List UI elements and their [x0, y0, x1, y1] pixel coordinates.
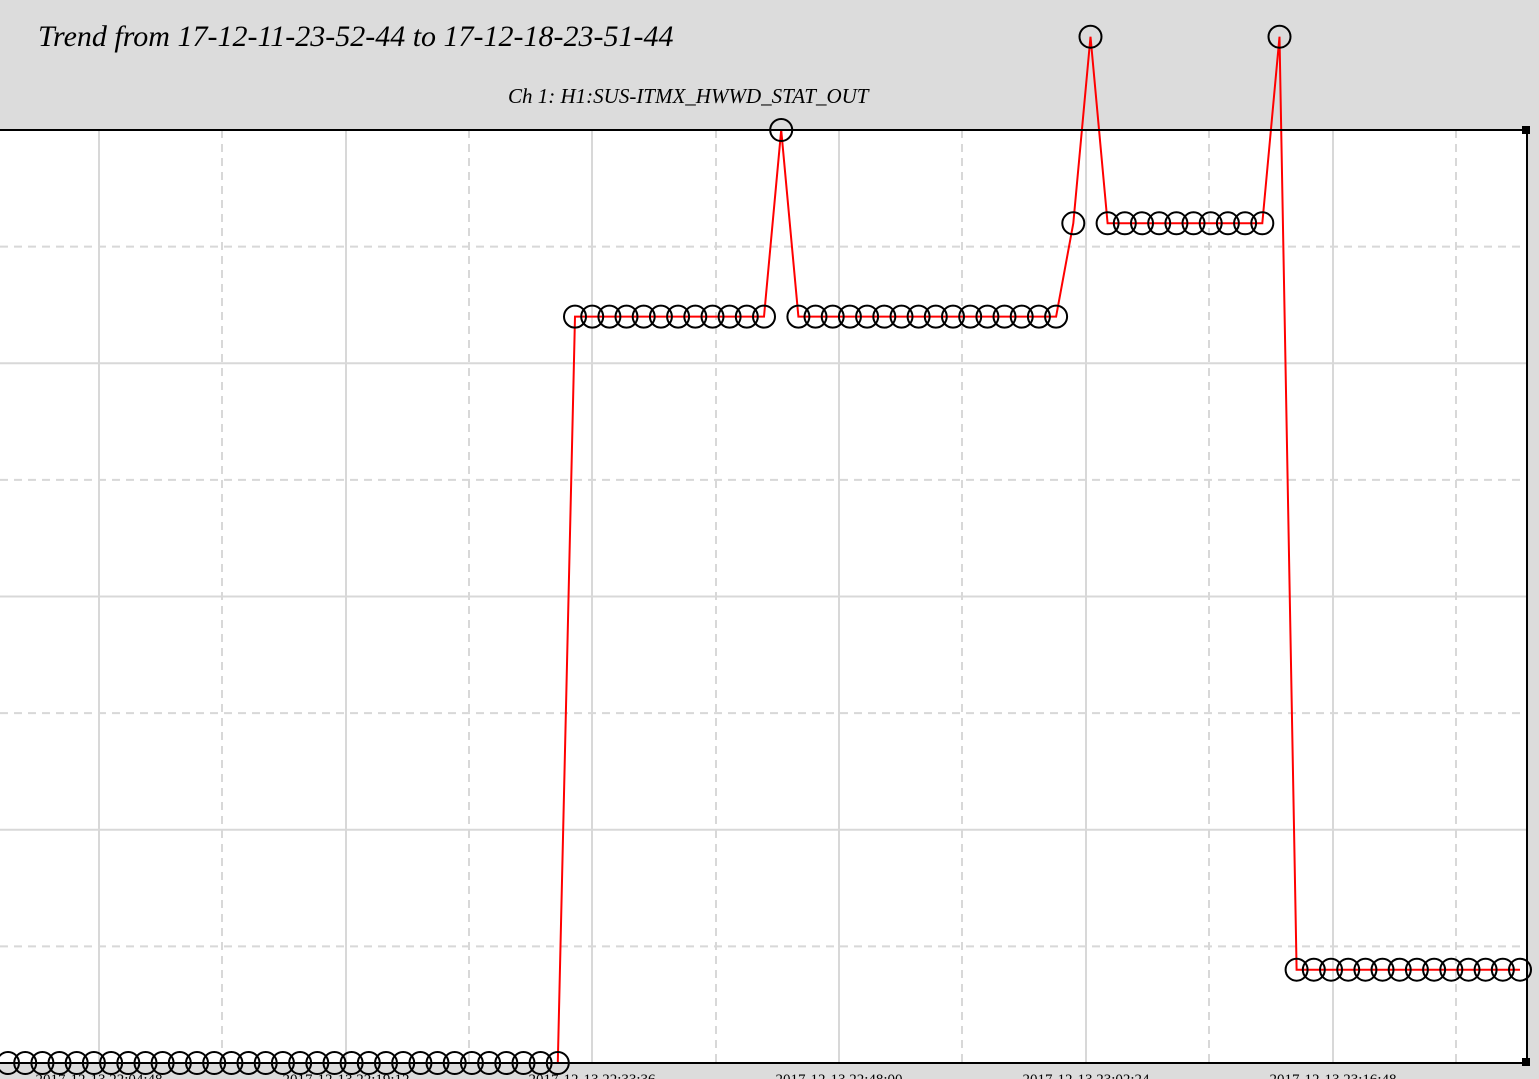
x-tick-label: 2017-12-13 23:02:24: [1022, 1072, 1150, 1079]
frame-corner-bottom: [1522, 1058, 1530, 1066]
x-tick-label: 2017-12-13 23:16:48: [1269, 1072, 1396, 1079]
x-tick-label: 2017-12-13 22:04:48: [35, 1072, 162, 1079]
x-tick-label: 2017-12-13 22:48:00: [775, 1072, 902, 1079]
x-tick-label: 2017-12-13 22:33:36: [528, 1072, 656, 1079]
x-tick-labels: 2017-12-13 22:04:48 2017-12-13 22:19:12 20…: [35, 1072, 1396, 1079]
frame-corner-top: [1522, 126, 1530, 134]
x-tick-label: 2017-12-13 22:19:12: [282, 1072, 409, 1079]
trend-plot: 2017-12-13 22:04:48 2017-12-13 22:19:12 20…: [0, 24, 1532, 1079]
